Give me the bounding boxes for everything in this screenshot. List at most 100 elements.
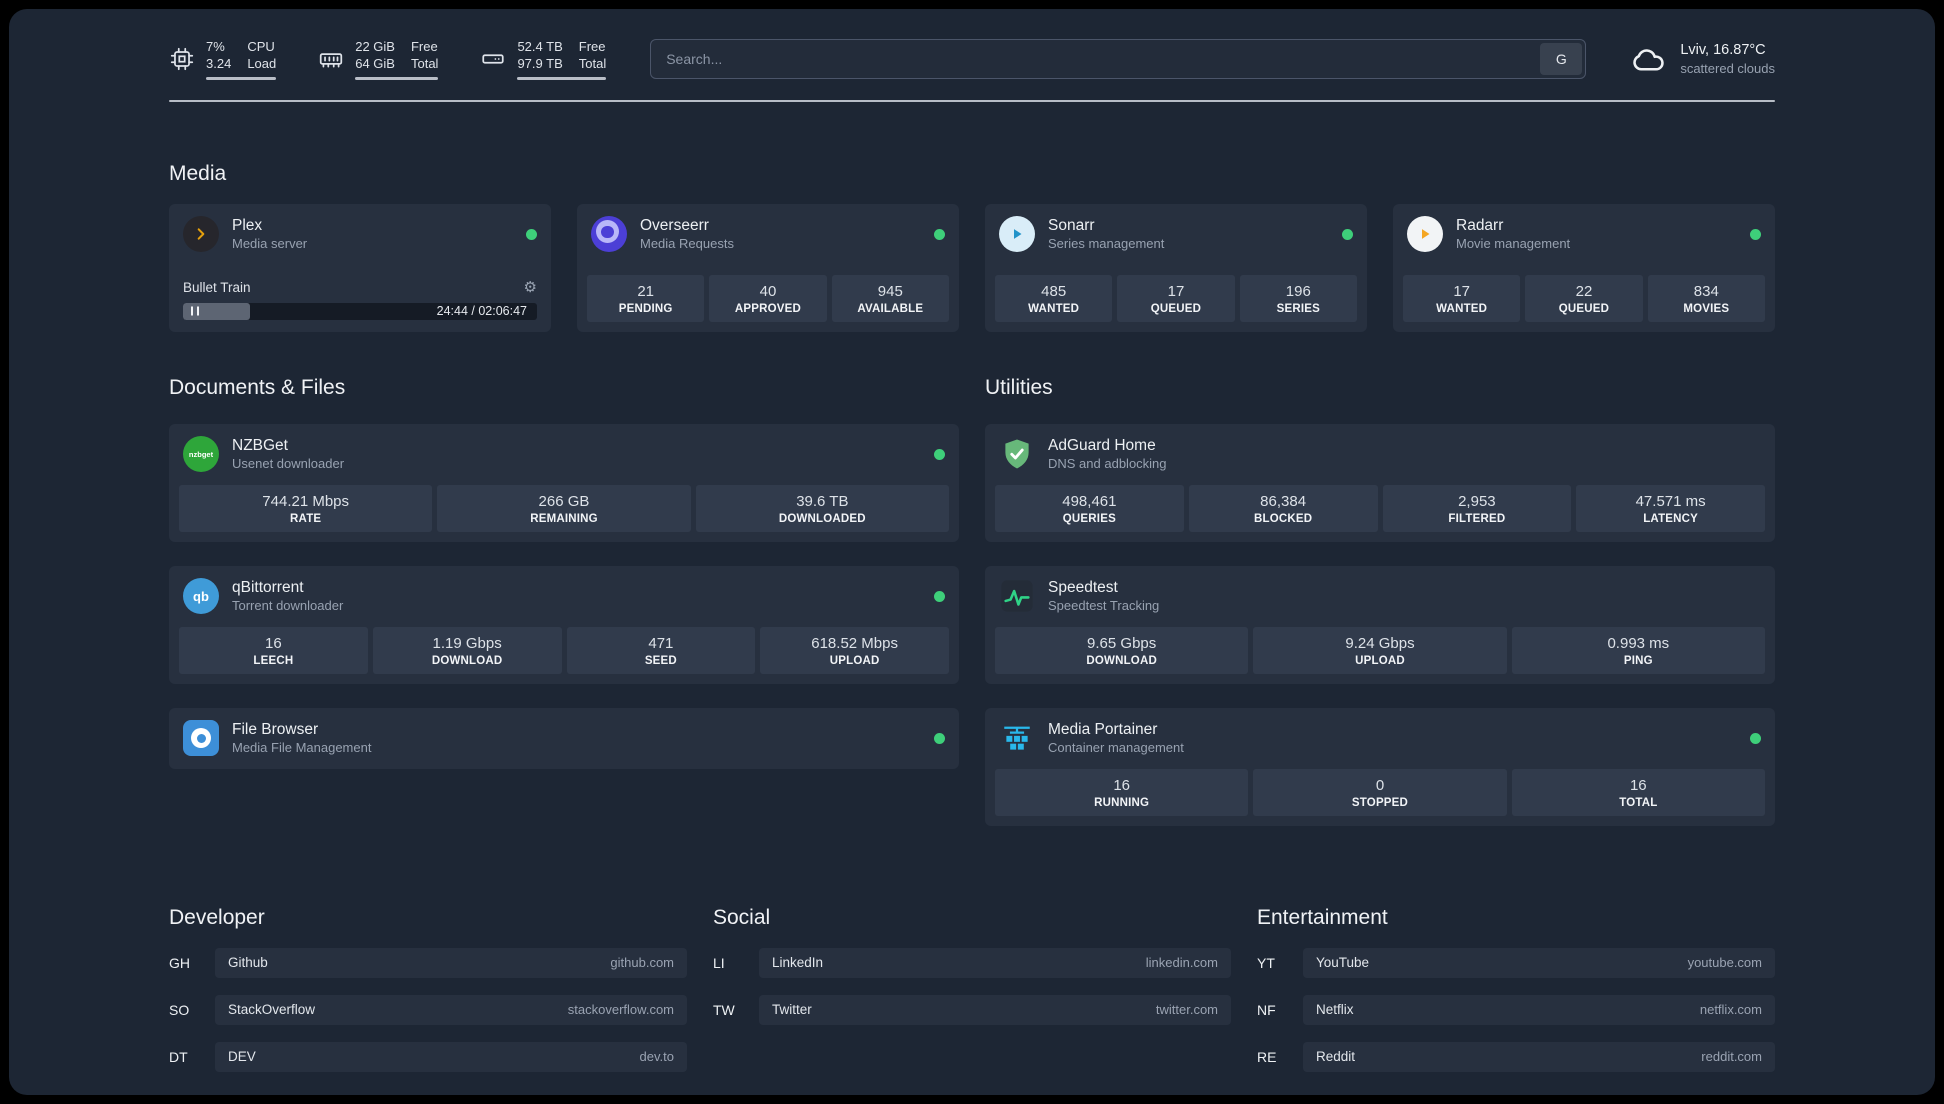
middle-columns: Documents & Files nzbget NZBGet Usenet d…	[169, 376, 1775, 826]
speedtest-icon	[999, 578, 1035, 614]
stat-pending: 21 PENDING	[587, 274, 705, 322]
stat-series: 196 SERIES	[1239, 274, 1357, 322]
section-title-entertainment: Entertainment	[1257, 905, 1388, 929]
app-card-plex[interactable]: Plex Media server Bullet Train ⚙ 24:44 /…	[169, 203, 551, 332]
bookmark-link-stackoverflow[interactable]: StackOverflow stackoverflow.com	[215, 994, 687, 1025]
app-card-qbittorrent[interactable]: qb qBittorrent Torrent downloader 16 LEE…	[169, 565, 959, 684]
app-subtitle: Series management	[1048, 235, 1165, 251]
app-name: NZBGet	[232, 436, 288, 454]
bookmark-link-reddit[interactable]: Reddit reddit.com	[1303, 1041, 1775, 1072]
memory-widget: 22 GiB 64 GiB Free Total	[318, 39, 439, 80]
app-card-sonarr[interactable]: Sonarr Series management 485 WANTED 17 Q…	[985, 203, 1367, 332]
pause-button[interactable]	[191, 306, 199, 316]
app-card-overseerr[interactable]: Overseerr Media Requests 21 PENDING 40 A…	[577, 203, 959, 332]
main-content: Media Plex Media server Bullet Train ⚙ 2…	[9, 102, 1935, 1089]
app-header: Sonarr Series management	[985, 204, 1367, 265]
cpu-widget: 7% 3.24 CPU Load	[169, 39, 277, 80]
search-provider-button[interactable]: G	[1540, 43, 1583, 76]
stat-remaining: 266 GB REMAINING	[437, 484, 691, 532]
stat-upload: 618.52 Mbps UPLOAD	[760, 626, 949, 674]
bookmark-link-youtube[interactable]: YouTube youtube.com	[1303, 947, 1775, 978]
weather-location: Lviv, 16.87°C	[1680, 41, 1766, 58]
app-card-radarr[interactable]: Radarr Movie management 17 WANTED 22 QUE…	[1393, 203, 1775, 332]
bookmark-row: LI LinkedIn linkedin.com	[713, 947, 1231, 978]
app-stats: 744.21 Mbps RATE 266 GB REMAINING 39.6 T…	[169, 484, 959, 542]
system-resources: 7% 3.24 CPU Load 22 GiB 64 GiB Free Tota…	[169, 39, 607, 80]
app-header: Radarr Movie management	[1393, 204, 1775, 265]
bookmark-row: RE Reddit reddit.com	[1257, 1041, 1775, 1072]
playback-progress-bar[interactable]: 24:44 / 02:06:47	[183, 302, 537, 320]
app-subtitle: Media server	[232, 235, 308, 251]
app-header: Speedtest Speedtest Tracking	[985, 566, 1775, 627]
search-input[interactable]	[654, 51, 1541, 68]
stat-queries: 498,461 QUERIES	[995, 484, 1184, 532]
status-dot	[934, 228, 945, 240]
bookmark-row: TW Twitter twitter.com	[713, 994, 1231, 1025]
app-card-adguard[interactable]: AdGuard Home DNS and adblocking 498,461 …	[985, 423, 1775, 542]
bookmark-link-linkedin[interactable]: LinkedIn linkedin.com	[759, 947, 1231, 978]
status-dot	[1750, 732, 1761, 744]
app-stats: 498,461 QUERIES 86,384 BLOCKED 2,953 FIL…	[985, 484, 1775, 542]
bookmark-group-developer: Developer GH Github github.com SO StackO…	[169, 906, 687, 1089]
hard-drive-icon	[480, 46, 506, 72]
bookmark-row: DT DEV dev.to	[169, 1041, 687, 1072]
bookmark-link-dev[interactable]: DEV dev.to	[215, 1041, 687, 1072]
disk-total-value: 97.9 TB	[517, 55, 563, 71]
status-dot	[934, 590, 945, 602]
stat-upload: 9.24 Gbps UPLOAD	[1253, 626, 1507, 674]
playback-time: 24:44 / 02:06:47	[436, 304, 527, 319]
bookmarks-grid: Developer GH Github github.com SO StackO…	[169, 906, 1775, 1089]
stat-approved: 40 APPROVED	[709, 274, 827, 322]
section-title-documents: Documents & Files	[169, 375, 346, 399]
section-title-social: Social	[713, 905, 771, 929]
bookmark-abbr: GH	[169, 954, 190, 971]
bookmark-link-netflix[interactable]: Netflix netflix.com	[1303, 994, 1775, 1025]
app-stats: 16 RUNNING 0 STOPPED 16 TOTAL	[985, 768, 1775, 826]
app-card-portainer[interactable]: Media Portainer Container management 16 …	[985, 707, 1775, 826]
app-header: Overseerr Media Requests	[577, 204, 959, 265]
stat-available: 945 AVAILABLE	[831, 274, 949, 322]
weather-condition: scattered clouds	[1680, 61, 1775, 77]
bookmark-link-github[interactable]: Github github.com	[215, 947, 687, 978]
stat-download: 1.19 Gbps DOWNLOAD	[372, 626, 562, 674]
app-stats: 21 PENDING 40 APPROVED 945 AVAILABLE	[577, 274, 959, 332]
app-stats: 485 WANTED 17 QUEUED 196 SERIES	[985, 274, 1367, 332]
app-subtitle: Media Requests	[640, 235, 734, 251]
status-dot	[1342, 228, 1353, 240]
memory-usage-meter	[355, 76, 439, 80]
disk-free-value: 52.4 TB	[517, 39, 563, 54]
app-header: AdGuard Home DNS and adblocking	[985, 424, 1775, 485]
stat-rate: 744.21 Mbps RATE	[179, 484, 433, 532]
app-name: Radarr	[1456, 216, 1504, 234]
app-header: Plex Media server	[169, 204, 551, 265]
memory-icon	[318, 46, 344, 72]
qbittorrent-icon: qb	[183, 578, 219, 615]
memory-label-top: Free	[410, 39, 438, 54]
app-card-filebrowser[interactable]: File Browser Media File Management	[169, 707, 959, 769]
stat-leech: 16 LEECH	[179, 626, 368, 674]
plex-icon	[183, 216, 219, 253]
stat-download: 9.65 Gbps DOWNLOAD	[995, 626, 1249, 674]
app-card-speedtest[interactable]: Speedtest Speedtest Tracking 9.65 Gbps D…	[985, 565, 1775, 684]
app-card-nzbget[interactable]: nzbget NZBGet Usenet downloader 744.21 M…	[169, 423, 959, 542]
now-playing-title: Bullet Train	[183, 279, 251, 295]
plex-now-playing: Bullet Train ⚙ 24:44 / 02:06:47	[169, 280, 551, 332]
stat-latency: 47.571 ms LATENCY	[1576, 484, 1765, 532]
stat-movies: 834 MOVIES	[1647, 274, 1765, 322]
app-subtitle: Torrent downloader	[232, 597, 344, 613]
top-bar: 7% 3.24 CPU Load 22 GiB 64 GiB Free Tota…	[9, 9, 1935, 80]
memory-label-bottom: Total	[410, 55, 439, 71]
disk-widget: 52.4 TB 97.9 TB Free Total	[480, 39, 607, 80]
app-name: qBittorrent	[232, 578, 304, 596]
app-stats: 17 WANTED 22 QUEUED 834 MOVIES	[1393, 274, 1775, 332]
bookmark-abbr: SO	[169, 1001, 190, 1018]
app-header: nzbget NZBGet Usenet downloader	[169, 424, 959, 485]
bookmark-link-twitter[interactable]: Twitter twitter.com	[759, 994, 1231, 1025]
app-stats: 16 LEECH 1.19 Gbps DOWNLOAD 471 SEED 618…	[169, 626, 959, 684]
disk-label-bottom: Total	[578, 55, 607, 71]
settings-gear-icon[interactable]: ⚙	[524, 280, 537, 295]
stat-total: 16 TOTAL	[1511, 768, 1765, 816]
media-grid: Plex Media server Bullet Train ⚙ 24:44 /…	[169, 203, 1775, 332]
status-dot	[934, 448, 945, 460]
cloud-icon	[1630, 40, 1668, 78]
